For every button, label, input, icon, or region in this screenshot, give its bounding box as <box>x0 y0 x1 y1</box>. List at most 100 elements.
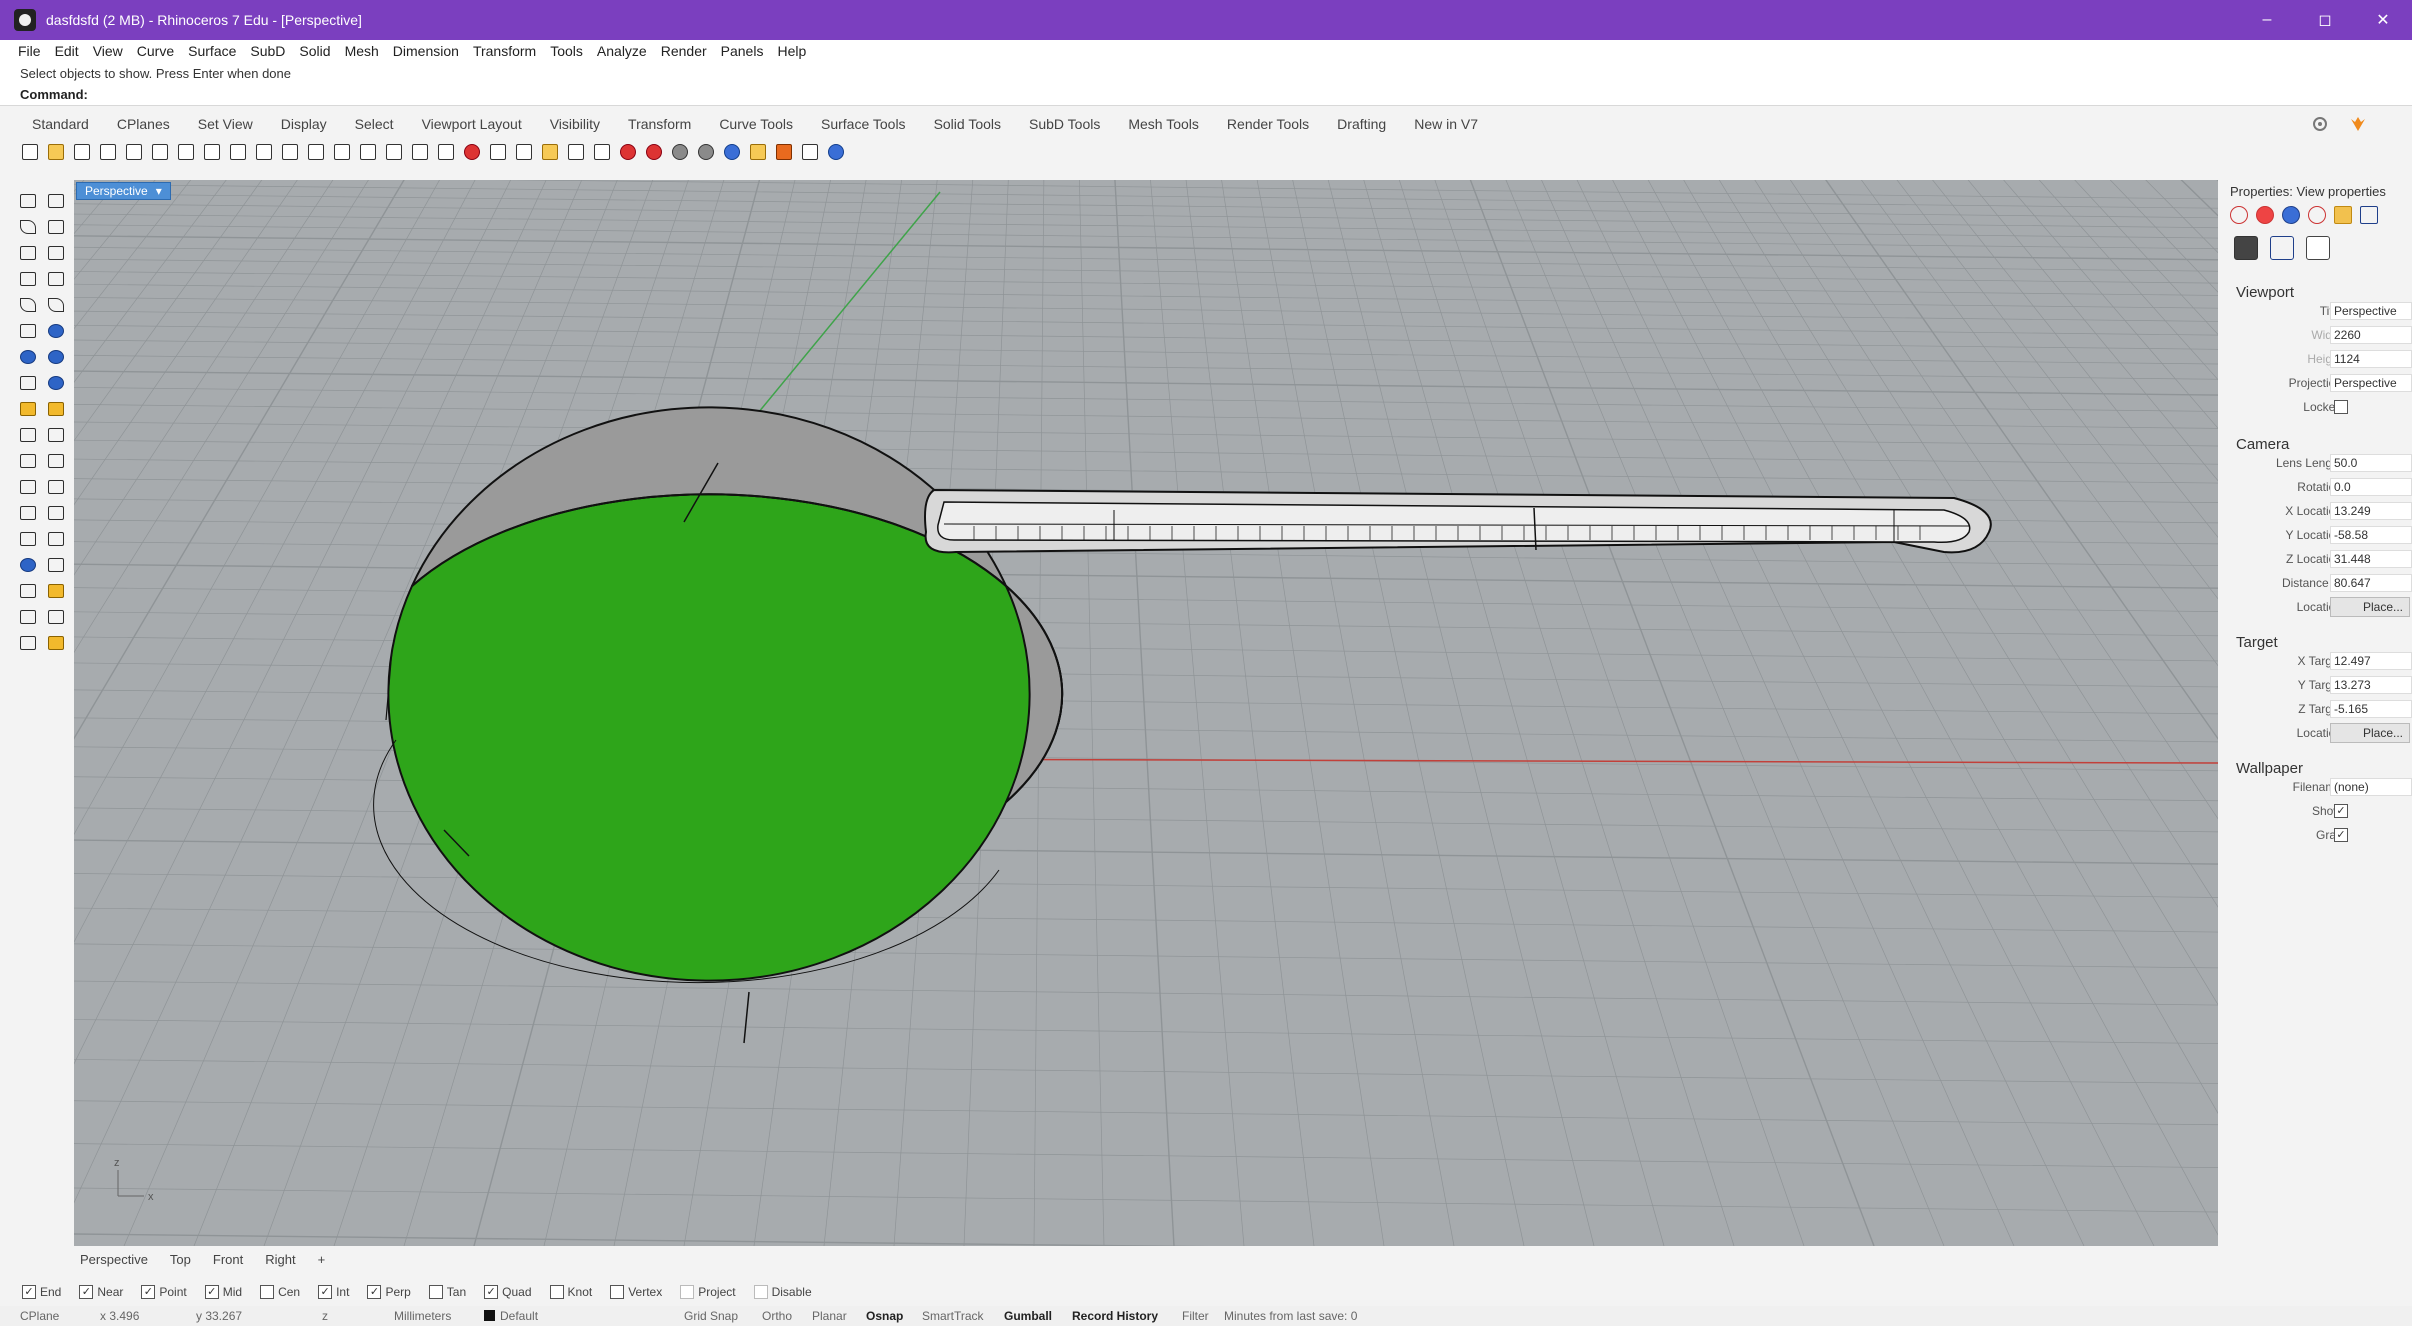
menu-view[interactable]: View <box>93 43 123 59</box>
x-target-field[interactable]: 12.497 <box>2330 652 2412 670</box>
filename-field[interactable]: (none) <box>2330 778 2412 796</box>
osnap-knot[interactable]: Knot <box>549 1285 592 1299</box>
trim-icon[interactable] <box>44 424 68 446</box>
tab-standard[interactable]: Standard <box>32 116 89 132</box>
frame-view-icon[interactable] <box>2306 236 2330 260</box>
tab-perspective[interactable]: Perspective <box>80 1252 148 1267</box>
osnap-project-checkbox[interactable] <box>680 1285 695 1299</box>
tab-surface-tools[interactable]: Surface Tools <box>821 116 906 132</box>
copy-object-icon[interactable] <box>16 476 40 498</box>
layers-tab-icon[interactable] <box>2334 206 2352 224</box>
extrude-icon[interactable] <box>16 346 40 368</box>
zoom-icon[interactable] <box>304 141 328 163</box>
status-units[interactable]: Millimeters <box>394 1309 451 1323</box>
lens-field[interactable]: 50.0 <box>2330 454 2412 472</box>
menu-subd[interactable]: SubD <box>250 43 285 59</box>
menu-mesh[interactable]: Mesh <box>345 43 379 59</box>
grasshopper-icon[interactable] <box>798 141 822 163</box>
tab-drafting[interactable]: Drafting <box>1337 116 1386 132</box>
status-osnap[interactable]: Osnap <box>866 1309 903 1323</box>
cut-icon[interactable] <box>148 141 172 163</box>
hide-objects-icon[interactable] <box>538 141 562 163</box>
align-icon[interactable] <box>44 528 68 550</box>
close-button[interactable]: ✕ <box>2354 0 2412 40</box>
osnap-perp[interactable]: ✓ Perp <box>367 1285 411 1299</box>
open-file-icon[interactable] <box>44 141 68 163</box>
gray-checkbox[interactable]: ✓ <box>2334 828 2348 842</box>
text-icon[interactable] <box>44 554 68 576</box>
libraries-tab-icon[interactable] <box>2282 206 2300 224</box>
display-tab-icon[interactable] <box>2360 206 2378 224</box>
copy-icon[interactable] <box>174 141 198 163</box>
select-icon[interactable] <box>486 141 510 163</box>
check-icon[interactable] <box>44 606 68 628</box>
command-input[interactable] <box>95 87 696 102</box>
zoom-extents-icon[interactable] <box>356 141 380 163</box>
x-location-field[interactable]: 13.249 <box>2330 502 2412 520</box>
menu-transform[interactable]: Transform <box>473 43 536 59</box>
mesh-icon[interactable] <box>16 398 40 420</box>
osnap-vertex-checkbox[interactable] <box>610 1285 625 1299</box>
menu-curve[interactable]: Curve <box>137 43 174 59</box>
tab-subd-tools[interactable]: SubD Tools <box>1029 116 1100 132</box>
osnap-disable-checkbox[interactable] <box>753 1285 768 1299</box>
tab-solid-tools[interactable]: Solid Tools <box>934 116 1001 132</box>
zoom-window-icon[interactable] <box>330 141 354 163</box>
gear-icon[interactable] <box>2310 114 2330 134</box>
polyline-icon[interactable] <box>16 216 40 238</box>
osnap-mid-checkbox[interactable]: ✓ <box>204 1285 219 1299</box>
maximize-button[interactable]: ◻ <box>2296 0 2354 40</box>
osnap-tan-checkbox[interactable] <box>428 1285 443 1299</box>
split-icon[interactable] <box>16 450 40 472</box>
layers-icon[interactable] <box>590 141 614 163</box>
z-location-field[interactable]: 31.448 <box>2330 550 2412 568</box>
viewport-title-tab[interactable]: Perspective ▾ <box>76 182 171 200</box>
osnap-point-checkbox[interactable]: ✓ <box>141 1285 156 1299</box>
shaded-display-icon[interactable] <box>668 141 692 163</box>
ellipse-icon[interactable] <box>44 242 68 264</box>
subd-icon[interactable] <box>16 372 40 394</box>
osnap-project[interactable]: Project <box>680 1285 736 1299</box>
move-icon[interactable] <box>44 450 68 472</box>
render-icon[interactable] <box>642 141 666 163</box>
projection-select[interactable]: Perspective <box>2330 374 2412 392</box>
status-grid-snap[interactable]: Grid Snap <box>684 1309 738 1323</box>
osnap-tan[interactable]: Tan <box>428 1285 466 1299</box>
zoom-selected-icon[interactable] <box>382 141 406 163</box>
locked-checkbox[interactable] <box>2334 400 2348 414</box>
offset-curve-icon[interactable] <box>16 320 40 342</box>
viewport-menu-icon[interactable]: ▾ <box>156 184 162 198</box>
materials-tab-icon[interactable] <box>2256 206 2274 224</box>
surface-icon[interactable] <box>44 320 68 342</box>
menu-dimension[interactable]: Dimension <box>393 43 459 59</box>
rotation-field[interactable]: 0.0 <box>2330 478 2412 496</box>
undo-icon[interactable] <box>226 141 250 163</box>
solid-box-icon[interactable] <box>44 346 68 368</box>
osnap-perp-checkbox[interactable]: ✓ <box>367 1285 382 1299</box>
four-viewports-icon[interactable] <box>434 141 458 163</box>
options-icon[interactable] <box>772 141 796 163</box>
osnap-vertex[interactable]: Vertex <box>610 1285 662 1299</box>
status-smarttrack[interactable]: SmartTrack <box>922 1309 984 1323</box>
status-filter[interactable]: Filter <box>1182 1309 1209 1323</box>
boolean-icon[interactable] <box>44 372 68 394</box>
join-icon[interactable] <box>16 424 40 446</box>
osnap-knot-checkbox[interactable] <box>549 1285 564 1299</box>
height-field[interactable]: 1124 <box>2330 350 2412 368</box>
mirror-icon[interactable] <box>44 502 68 524</box>
distance-field[interactable]: 80.647 <box>2330 574 2412 592</box>
status-ortho[interactable]: Ortho <box>762 1309 792 1323</box>
strap-object[interactable] <box>924 488 1992 554</box>
menu-edit[interactable]: Edit <box>55 43 79 59</box>
menu-surface[interactable]: Surface <box>188 43 236 59</box>
rotate-icon[interactable] <box>44 476 68 498</box>
save-icon[interactable] <box>70 141 94 163</box>
status-gumball[interactable]: Gumball <box>1004 1309 1052 1323</box>
z-target-field[interactable]: -5.165 <box>2330 700 2412 718</box>
tab-top[interactable]: Top <box>170 1252 191 1267</box>
tab-visibility[interactable]: Visibility <box>550 116 600 132</box>
select-arrow-icon[interactable] <box>16 190 40 212</box>
rectangle-icon[interactable] <box>16 268 40 290</box>
osnap-cen[interactable]: Cen <box>260 1285 300 1299</box>
tab-viewport-layout[interactable]: Viewport Layout <box>422 116 522 132</box>
